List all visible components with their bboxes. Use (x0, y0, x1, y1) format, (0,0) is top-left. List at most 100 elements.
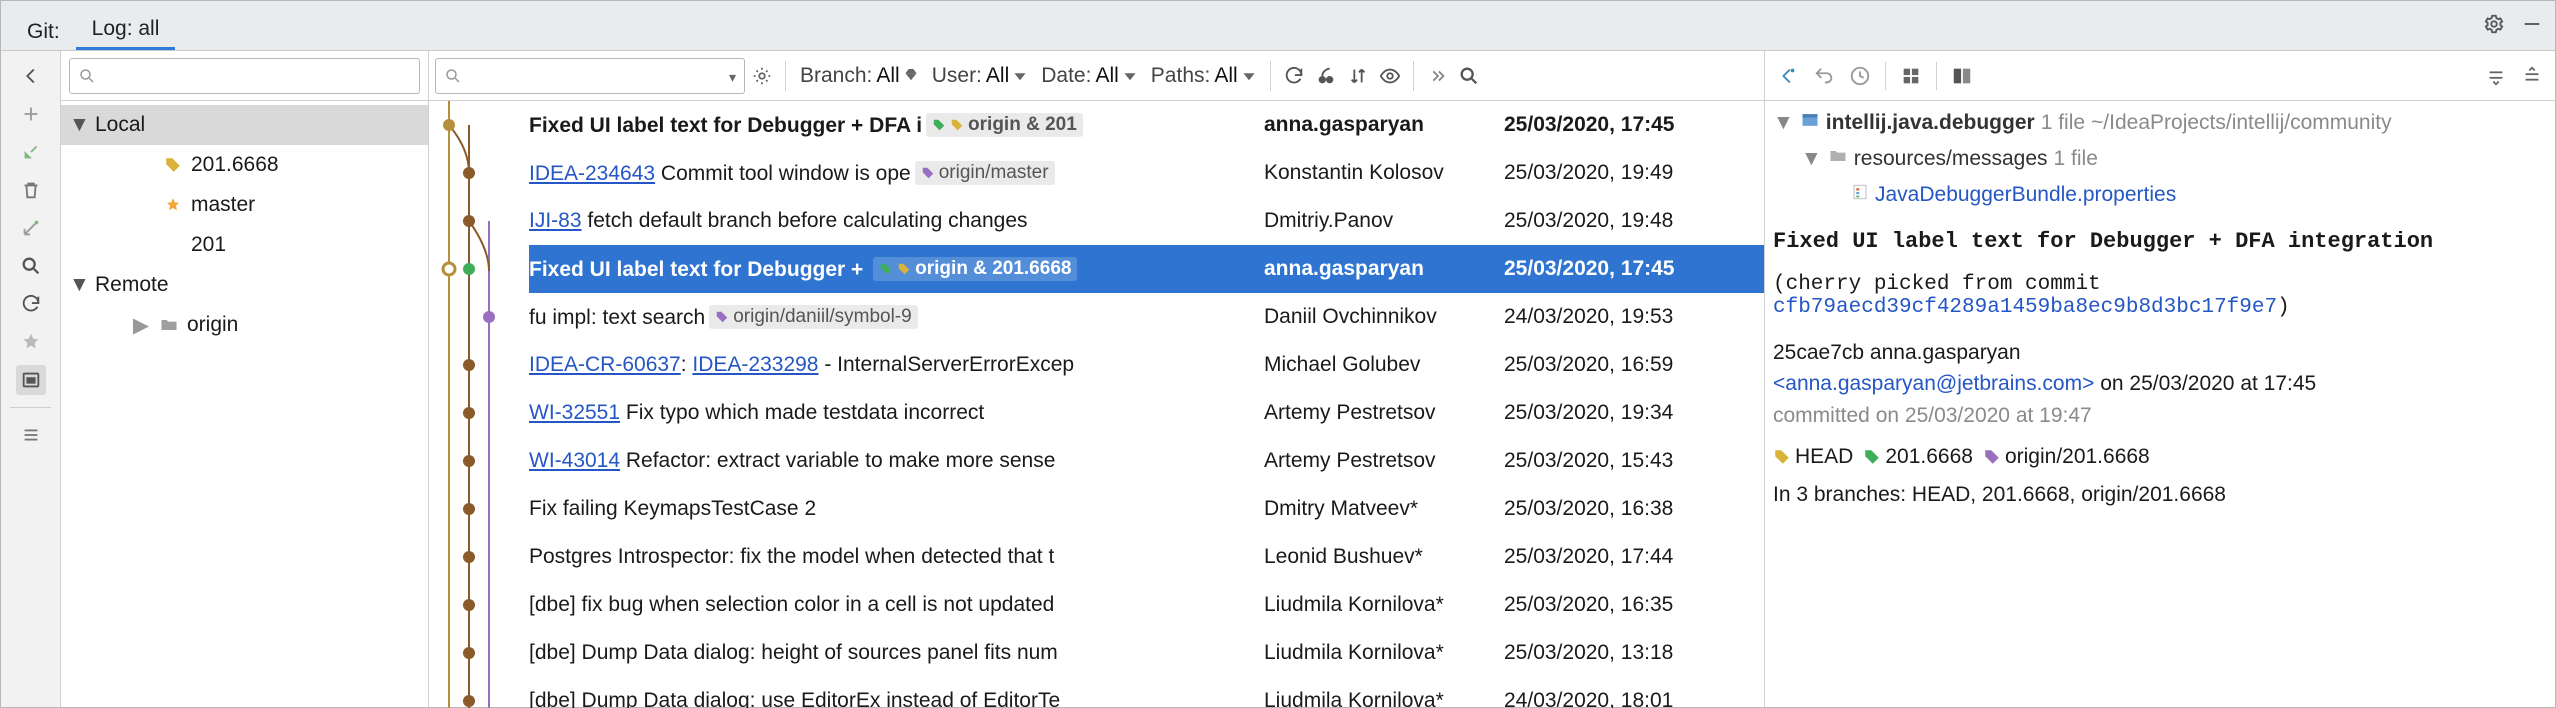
cherry-pick-icon[interactable] (1311, 61, 1341, 91)
star-icon (161, 196, 185, 214)
chevron-down-icon: ▼ (1773, 111, 1794, 135)
log-tab[interactable]: Log: all (76, 9, 176, 50)
commit-author: Liudmila Kornilova* (1264, 689, 1504, 708)
commit-date: 25/03/2020, 17:44 (1504, 545, 1764, 569)
group-icon[interactable] (1896, 61, 1926, 91)
commit-author: Liudmila Kornilova* (1264, 641, 1504, 665)
diff-preview-icon[interactable] (1947, 61, 1977, 91)
user-filter[interactable]: User: All (926, 64, 1034, 88)
commit-date: 25/03/2020, 19:49 (1504, 161, 1764, 185)
commit-author: Michael Golubev (1264, 353, 1504, 377)
committed-line: committed on 25/03/2020 at 19:47 (1773, 400, 2543, 432)
commit-author: anna.gasparyan (1264, 257, 1504, 281)
commit-row[interactable]: Fixed UI label text for Debugger + DFA i… (529, 101, 1764, 149)
short-hash: 25cae7cb (1773, 341, 1864, 364)
branch-filter[interactable]: Branch: All (794, 64, 924, 88)
intellisort-icon[interactable] (1343, 61, 1373, 91)
collapse-icon[interactable] (2517, 61, 2547, 91)
eye-icon[interactable] (1375, 61, 1405, 91)
commit-title: Fixed UI label text for Debugger + DFA i… (1773, 227, 2543, 257)
revert-icon[interactable] (1809, 61, 1839, 91)
back-icon[interactable] (16, 61, 46, 91)
refresh-icon[interactable] (1279, 61, 1309, 91)
expand-icon[interactable] (2481, 61, 2511, 91)
ref-pill: origin/daniil/symbol-9 (709, 305, 917, 329)
commit-date: 25/03/2020, 19:34 (1504, 401, 1764, 425)
jump-to-source-icon[interactable] (1773, 61, 1803, 91)
tag-icon (161, 156, 185, 174)
date-filter[interactable]: Date: All (1035, 64, 1143, 88)
commit-row[interactable]: Fixed UI label text for Debugger + origi… (529, 245, 1764, 293)
refs-node-local[interactable]: ▼ Local (61, 105, 428, 145)
more-icon[interactable] (1422, 61, 1452, 91)
ref-pill: origin & 201 (926, 113, 1083, 137)
commit-date: 25/03/2020, 16:59 (1504, 353, 1764, 377)
refs-panel: ▼ Local 201.6668 master 201 ▼ Remot (61, 51, 429, 707)
commit-author: Daniil Ovchinnikov (1264, 305, 1504, 329)
commit-row[interactable]: WI-32551 Fix typo which made testdata in… (529, 389, 1764, 437)
layout-icon[interactable] (16, 420, 46, 450)
chevron-down-icon[interactable] (729, 64, 736, 88)
commit-row[interactable]: IDEA-234643 Commit tool window is opeori… (529, 149, 1764, 197)
top-tab-bar: Git: Log: all (1, 1, 2555, 51)
commit-row[interactable]: fu impl: text searchorigin/daniil/symbol… (529, 293, 1764, 341)
filter-settings-icon[interactable] (747, 61, 777, 91)
gear-icon[interactable] (2479, 9, 2509, 39)
paths-filter[interactable]: Paths: All (1145, 64, 1262, 88)
search-icon[interactable] (16, 251, 46, 281)
refs-branch[interactable]: 201.6668 (61, 145, 428, 185)
outgoing-icon[interactable] (16, 213, 46, 243)
star-icon[interactable] (16, 327, 46, 357)
commit-row[interactable]: IJI-83 fetch default branch before calcu… (529, 197, 1764, 245)
commit-hash-link[interactable]: cfb79aecd39cf4289a1459ba8ec9b8d3bc17f9e7 (1773, 296, 2277, 319)
commit-body: (cherry picked from commit cfb79aecd39cf… (1773, 273, 2543, 319)
refresh-icon[interactable] (16, 289, 46, 319)
git-label[interactable]: Git: (11, 12, 76, 50)
file-tree-folder[interactable]: ▼ resources/messages 1 file (1773, 141, 2543, 177)
file-tree-root[interactable]: ▼ intellij.java.debugger 1 file ~/IdeaPr… (1773, 105, 2543, 141)
log-search-input[interactable] (435, 58, 745, 94)
commit-list[interactable]: Fixed UI label text for Debugger + DFA i… (529, 101, 1764, 707)
ref-pill: origin & 201.6668 (873, 257, 1077, 281)
add-icon[interactable] (16, 99, 46, 129)
commit-row[interactable]: Fix failing KeymapsTestCase 2Dmitry Matv… (529, 485, 1764, 533)
commit-row[interactable]: IDEA-CR-60637: IDEA-233298 - InternalSer… (529, 341, 1764, 389)
issue-link[interactable]: IDEA-CR-60637 (529, 353, 681, 376)
author-email[interactable]: <anna.gasparyan@jetbrains.com> (1773, 372, 2094, 395)
file-tree-file[interactable]: JavaDebuggerBundle.properties (1773, 177, 2543, 213)
chevron-down-icon: ▼ (69, 113, 89, 137)
folder-icon (1828, 146, 1848, 172)
refs-remote-origin[interactable]: ▶ origin (61, 305, 428, 345)
commit-row[interactable]: [dbe] Dump Data dialog: height of source… (529, 629, 1764, 677)
issue-link[interactable]: IJI-83 (529, 209, 582, 232)
commit-author: Dmitriy.Panov (1264, 209, 1504, 233)
trash-icon[interactable] (16, 175, 46, 205)
commit-author: Liudmila Kornilova* (1264, 593, 1504, 617)
ref-pill: origin/master (915, 161, 1055, 185)
refs-branch[interactable]: master (61, 185, 428, 225)
history-icon[interactable] (1845, 61, 1875, 91)
commit-row[interactable]: [dbe] fix bug when selection color in a … (529, 581, 1764, 629)
preview-icon[interactable] (16, 365, 46, 395)
minimize-icon[interactable] (2517, 9, 2547, 39)
commit-author: Konstantin Kolosov (1264, 161, 1504, 185)
search-icon[interactable] (1454, 61, 1484, 91)
issue-link[interactable]: WI-32551 (529, 401, 620, 424)
issue-link[interactable]: IDEA-233298 (692, 353, 818, 376)
commit-author: Dmitry Matveev* (1264, 497, 1504, 521)
commit-date: 24/03/2020, 19:53 (1504, 305, 1764, 329)
commit-date: 25/03/2020, 17:45 (1504, 113, 1764, 137)
refs-branch[interactable]: 201 (61, 225, 428, 265)
incoming-icon[interactable] (16, 137, 46, 167)
log-panel: Branch: All User: All Date: All Paths: A… (429, 51, 1765, 707)
issue-link[interactable]: IDEA-234643 (529, 162, 655, 185)
refs-search-input[interactable] (69, 58, 420, 94)
commit-row[interactable]: Postgres Introspector: fix the model whe… (529, 533, 1764, 581)
branches-summary: In 3 branches: HEAD, 201.6668, origin/20… (1773, 483, 2543, 507)
details-toolbar (1765, 51, 2555, 101)
refs-node-remote[interactable]: ▼ Remote (61, 265, 428, 305)
commit-row[interactable]: [dbe] Dump Data dialog: use EditorEx ins… (529, 677, 1764, 708)
chevron-down-icon: ▼ (1801, 147, 1822, 171)
issue-link[interactable]: WI-43014 (529, 449, 620, 472)
commit-row[interactable]: WI-43014 Refactor: extract variable to m… (529, 437, 1764, 485)
